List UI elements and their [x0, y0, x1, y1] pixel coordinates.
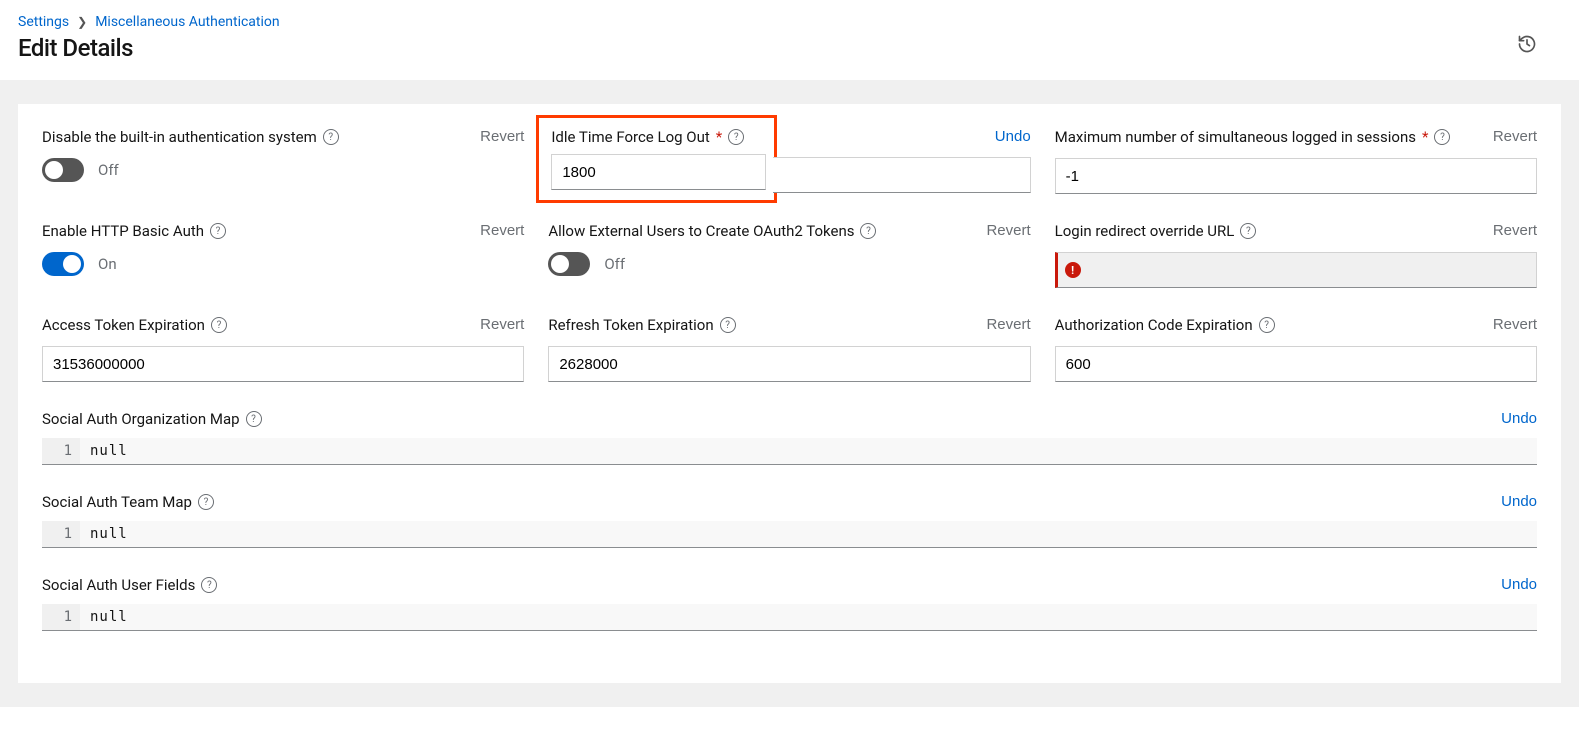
help-icon[interactable]: ?: [210, 223, 226, 239]
input-auth-code-exp[interactable]: [1055, 346, 1537, 382]
undo-idle-timeout[interactable]: Undo: [995, 128, 1031, 145]
help-icon[interactable]: ?: [246, 411, 262, 427]
field-access-token-exp: Access Token Expiration ? Revert: [42, 316, 524, 382]
label-social-org-map: Social Auth Organization Map: [42, 410, 240, 428]
revert-refresh-token-exp[interactable]: Revert: [986, 316, 1030, 333]
field-social-user-fields: Social Auth User Fields ? Undo 1 null: [42, 576, 1537, 631]
toggle-disable-builtin[interactable]: [42, 158, 84, 182]
help-icon[interactable]: ?: [198, 494, 214, 510]
undo-social-team-map[interactable]: Undo: [1501, 493, 1537, 510]
field-http-basic: Enable HTTP Basic Auth ? Revert On: [42, 222, 524, 288]
breadcrumb-settings[interactable]: Settings: [18, 14, 69, 30]
revert-disable-builtin[interactable]: Revert: [480, 128, 524, 145]
label-access-token-exp: Access Token Expiration: [42, 316, 205, 334]
chevron-right-icon: ❯: [77, 15, 87, 29]
revert-login-redirect[interactable]: Revert: [1493, 222, 1537, 239]
field-disable-builtin: Disable the built-in authentication syst…: [42, 128, 524, 194]
label-http-basic: Enable HTTP Basic Auth: [42, 222, 204, 240]
input-access-token-exp[interactable]: [42, 346, 524, 382]
undo-social-org-map[interactable]: Undo: [1501, 410, 1537, 427]
toggle-allow-ext-oauth-label: Off: [604, 255, 625, 273]
input-idle-timeout[interactable]: [551, 154, 766, 190]
label-social-user-fields: Social Auth User Fields: [42, 576, 195, 594]
field-social-org-map: Social Auth Organization Map ? Undo 1 nu…: [42, 410, 1537, 465]
label-max-sessions: Maximum number of simultaneous logged in…: [1055, 128, 1416, 146]
revert-access-token-exp[interactable]: Revert: [480, 316, 524, 333]
field-idle-timeout: Idle Time Force Log Out * ? Undo: [548, 128, 1030, 194]
form-panel: Disable the built-in authentication syst…: [18, 104, 1561, 683]
help-icon[interactable]: ?: [1434, 129, 1450, 145]
breadcrumb-misc-auth[interactable]: Miscellaneous Authentication: [95, 14, 279, 30]
help-icon[interactable]: ?: [211, 317, 227, 333]
revert-http-basic[interactable]: Revert: [480, 222, 524, 239]
label-allow-ext-oauth: Allow External Users to Create OAuth2 To…: [548, 222, 854, 240]
help-icon[interactable]: ?: [728, 129, 744, 145]
code-gutter: 1: [42, 521, 80, 547]
input-refresh-token-exp[interactable]: [548, 346, 1030, 382]
history-icon[interactable]: [1517, 34, 1561, 58]
toggle-http-basic-label: On: [98, 255, 117, 273]
help-icon[interactable]: ?: [201, 577, 217, 593]
label-disable-builtin: Disable the built-in authentication syst…: [42, 128, 317, 146]
field-allow-ext-oauth: Allow External Users to Create OAuth2 To…: [548, 222, 1030, 288]
input-idle-timeout-ext[interactable]: [773, 157, 1030, 193]
code-social-team-map[interactable]: null: [80, 521, 1537, 547]
label-idle-timeout: Idle Time Force Log Out: [551, 128, 709, 146]
field-social-team-map: Social Auth Team Map ? Undo 1 null: [42, 493, 1537, 548]
input-login-redirect[interactable]: [1055, 252, 1537, 288]
toggle-allow-ext-oauth[interactable]: [548, 252, 590, 276]
help-icon[interactable]: ?: [1240, 223, 1256, 239]
toggle-http-basic[interactable]: [42, 252, 84, 276]
page-title: Edit Details: [18, 34, 133, 62]
breadcrumb: Settings ❯ Miscellaneous Authentication: [18, 14, 1561, 30]
label-social-team-map: Social Auth Team Map: [42, 493, 192, 511]
help-icon[interactable]: ?: [860, 223, 876, 239]
input-max-sessions[interactable]: [1055, 158, 1537, 194]
revert-auth-code-exp[interactable]: Revert: [1493, 316, 1537, 333]
code-gutter: 1: [42, 604, 80, 630]
field-auth-code-exp: Authorization Code Expiration ? Revert: [1055, 316, 1537, 382]
code-social-org-map[interactable]: null: [80, 438, 1537, 464]
toggle-disable-builtin-label: Off: [98, 161, 119, 179]
label-refresh-token-exp: Refresh Token Expiration: [548, 316, 713, 334]
undo-social-user-fields[interactable]: Undo: [1501, 576, 1537, 593]
field-login-redirect: Login redirect override URL ? Revert !: [1055, 222, 1537, 288]
field-max-sessions: Maximum number of simultaneous logged in…: [1055, 128, 1537, 194]
label-login-redirect: Login redirect override URL: [1055, 222, 1235, 240]
revert-allow-ext-oauth[interactable]: Revert: [986, 222, 1030, 239]
code-gutter: 1: [42, 438, 80, 464]
help-icon[interactable]: ?: [720, 317, 736, 333]
revert-max-sessions[interactable]: Revert: [1493, 128, 1537, 145]
field-refresh-token-exp: Refresh Token Expiration ? Revert: [548, 316, 1030, 382]
help-icon[interactable]: ?: [323, 129, 339, 145]
help-icon[interactable]: ?: [1259, 317, 1275, 333]
label-auth-code-exp: Authorization Code Expiration: [1055, 316, 1253, 334]
code-social-user-fields[interactable]: null: [80, 604, 1537, 630]
